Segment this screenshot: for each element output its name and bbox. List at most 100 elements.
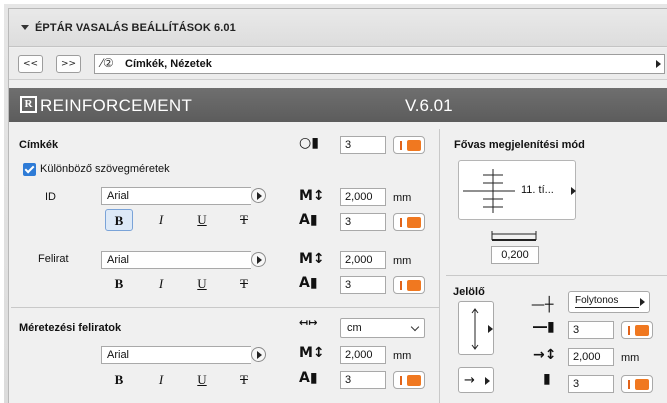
marker-direction-button[interactable]: →: [458, 367, 494, 393]
offset-field[interactable]: 0,200: [491, 246, 539, 264]
marker-size-icon: →↕: [533, 347, 557, 363]
right-divider: [446, 275, 667, 276]
bold-icon: B: [114, 276, 124, 291]
dimension-unit-select[interactable]: cm: [340, 318, 425, 338]
column-divider: [439, 129, 440, 403]
strikethrough-icon: T: [240, 372, 248, 387]
strikethrough-icon: T: [240, 212, 248, 227]
label-count-field[interactable]: 3: [340, 136, 386, 154]
dimension-italic-button[interactable]: I: [147, 369, 175, 391]
felirat-underline-button[interactable]: U: [188, 273, 216, 295]
main-bar-preview-button[interactable]: 11. tí...: [458, 160, 576, 220]
marker-pen-toggle[interactable]: [621, 321, 653, 339]
page-navigation: << >> ⁄② Címkék, Nézetek: [9, 48, 667, 80]
felirat-bold-button[interactable]: B: [105, 273, 133, 295]
label-count-toggle[interactable]: [393, 136, 425, 154]
marker-pen2-toggle[interactable]: [621, 375, 653, 393]
chevron-right-icon: [656, 60, 661, 68]
settings-window: ÉPTÁR VASALÁS BEÁLLÍTÁSOK 6.01 << >> ⁄② …: [8, 8, 667, 403]
text-height-icon: M↕: [299, 188, 325, 204]
felirat-height-field[interactable]: 2,000: [340, 251, 386, 269]
italic-icon: I: [158, 212, 164, 227]
chevron-down-icon: [410, 322, 420, 332]
dimension-section-title: Méretezési feliratok: [19, 322, 122, 334]
dimension-pen-toggle[interactable]: [393, 371, 425, 389]
dimension-font-arrow-icon[interactable]: [251, 347, 266, 362]
marker-orientation-icon: [471, 308, 493, 350]
marker-pen2-icon: ▮: [543, 371, 551, 387]
felirat-font-arrow-icon[interactable]: [251, 252, 266, 267]
marker-orientation-button[interactable]: [458, 301, 494, 355]
underline-icon: U: [197, 212, 207, 227]
page-selector[interactable]: ⁄② Címkék, Nézetek: [94, 54, 665, 74]
dimension-height-unit: mm: [393, 350, 412, 362]
chevron-right-icon: [640, 298, 645, 306]
marker-title: Jelölő: [453, 286, 485, 298]
dimension-pen-field[interactable]: 3: [340, 371, 386, 389]
next-page-button[interactable]: >>: [56, 55, 81, 73]
felirat-pen-field[interactable]: 3: [340, 276, 386, 294]
id-italic-button[interactable]: I: [147, 209, 175, 231]
id-pen-toggle[interactable]: [393, 213, 425, 231]
italic-icon: I: [158, 276, 164, 291]
offset-dimension-icon: [491, 231, 537, 241]
labels-section-title: Címkék: [19, 139, 59, 151]
main-bar-preview-label: 11. tí...: [521, 184, 554, 196]
id-height-field[interactable]: 2,000: [340, 188, 386, 206]
dimension-font-field[interactable]: Arial: [101, 346, 251, 364]
collapse-icon[interactable]: [21, 25, 29, 30]
text-height-icon: M↕: [299, 345, 325, 361]
line-type-select[interactable]: Folytonos: [568, 291, 650, 313]
pen-icon: A▮: [299, 370, 318, 386]
different-sizes-label: Különböző szövegméretek: [40, 163, 170, 175]
id-underline-button[interactable]: U: [188, 209, 216, 231]
section-divider: [11, 307, 439, 308]
prev-page-button[interactable]: <<: [18, 55, 43, 73]
felirat-font-field[interactable]: Arial: [101, 251, 251, 269]
different-sizes-checkbox[interactable]: [23, 163, 36, 176]
felirat-italic-button[interactable]: I: [147, 273, 175, 295]
id-pen-field[interactable]: 3: [340, 213, 386, 231]
marker-size-unit: mm: [621, 352, 640, 364]
marker-pen-icon: ―▮: [533, 319, 555, 335]
text-height-icon: M↕: [299, 251, 325, 267]
dimension-unit-value: cm: [347, 322, 362, 334]
felirat-pen-toggle[interactable]: [393, 276, 425, 294]
felirat-strike-button[interactable]: T: [230, 273, 258, 295]
bold-icon: B: [114, 372, 124, 387]
line-type-icon: —┼: [531, 297, 554, 313]
id-bold-button[interactable]: B: [105, 209, 133, 231]
pen-icon: A▮: [299, 212, 318, 228]
id-font-arrow-icon[interactable]: [251, 188, 266, 203]
main-bar-preview-icon: [463, 169, 576, 213]
marker-pen-field[interactable]: 3: [568, 321, 614, 339]
bold-icon: B: [114, 213, 124, 228]
dimension-unit-icon: ↤↦: [299, 316, 318, 329]
product-version: V.6.01: [405, 96, 453, 115]
window-title: ÉPTÁR VASALÁS BEÁLLÍTÁSOK 6.01: [35, 22, 236, 34]
felirat-height-unit: mm: [393, 255, 412, 267]
underline-icon: U: [197, 372, 207, 387]
product-banner: R REINFORCEMENT V.6.01: [9, 88, 667, 122]
dimension-strike-button[interactable]: T: [230, 369, 258, 391]
reinforcement-logo: R: [20, 96, 37, 113]
line-type-value: Folytonos: [575, 295, 619, 306]
felirat-label: Felirat: [38, 253, 69, 265]
dimension-underline-button[interactable]: U: [188, 369, 216, 391]
marker-pen2-field[interactable]: 3: [568, 375, 614, 393]
title-bar[interactable]: ÉPTÁR VASALÁS BEÁLLÍTÁSOK 6.01: [9, 9, 667, 47]
italic-icon: I: [158, 372, 164, 387]
marker-size-field[interactable]: 2,000: [568, 348, 614, 366]
dimension-height-field[interactable]: 2,000: [340, 346, 386, 364]
main-bar-mode-title: Fővas megjelenítési mód: [454, 139, 585, 151]
pen-icon: A▮: [299, 275, 318, 291]
page-icon: ⁄②: [101, 56, 114, 70]
page-selector-label: Címkék, Nézetek: [125, 58, 212, 70]
dimension-bold-button[interactable]: B: [105, 369, 133, 391]
id-strike-button[interactable]: T: [230, 209, 258, 231]
id-font-field[interactable]: Arial: [101, 187, 251, 205]
id-label: ID: [45, 191, 56, 203]
arrow-right-icon: →: [464, 373, 475, 388]
chevron-right-icon: [485, 377, 490, 385]
line-type-preview: [575, 307, 639, 308]
